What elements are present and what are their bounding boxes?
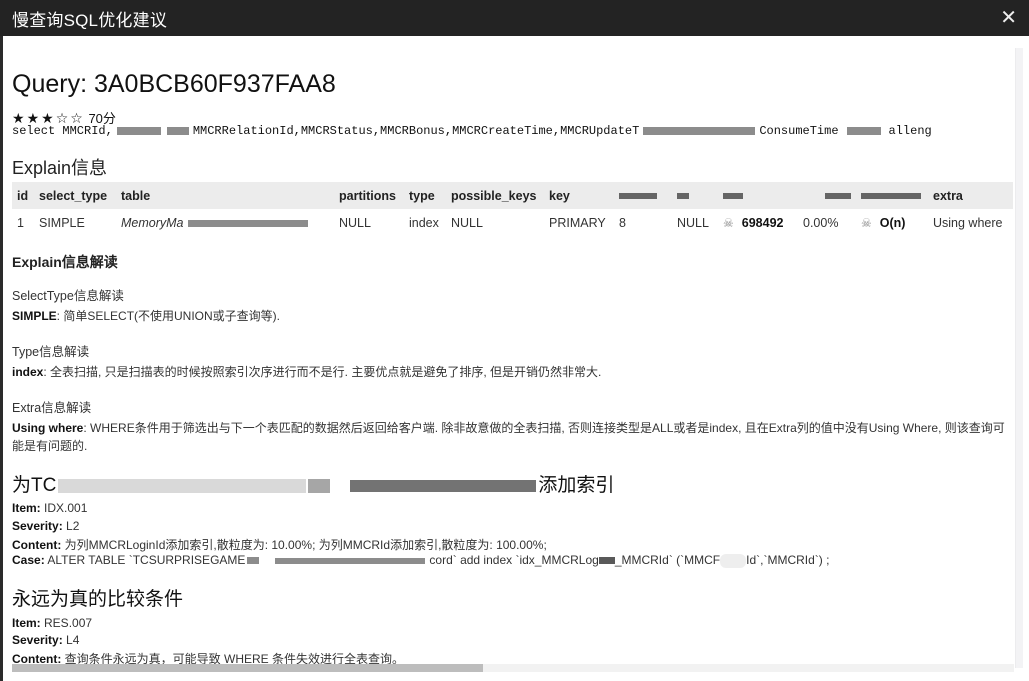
cell-partitions: NULL [339, 215, 371, 230]
cell-scalability: ☠ O(n) [861, 215, 906, 230]
type-heading: Type信息解读 [12, 345, 90, 359]
cell-id: 1 [17, 215, 24, 230]
skull-icon: ☠ [861, 215, 872, 230]
cell-ref: NULL [677, 215, 709, 230]
sql-text: alleng [888, 124, 932, 138]
extra-heading: Extra信息解读 [12, 401, 92, 415]
modal-body: Query: 3A0BCB60F937FAA8 ★ ★ ★ ☆ ☆ 70分 select… [3, 36, 1029, 681]
redacted-text [720, 553, 747, 568]
modal-title: 慢查询SQL优化建议 [12, 10, 168, 30]
suggestion-case: Case: ALTER TABLE `TCSURPRISEGAME cord` a… [12, 553, 830, 568]
explain-table: id select_type table partitions type pos… [12, 182, 1013, 236]
table-row: 1 SIMPLE MemoryMa NULL index NULL PRIMAR… [12, 209, 1013, 236]
redacted-text [116, 126, 161, 135]
modal-titlebar: 慢查询SQL优化建议 ✕ [0, 0, 1029, 36]
close-icon[interactable]: ✕ [1000, 8, 1017, 28]
col-type: type [409, 188, 435, 203]
redacted-text [275, 557, 426, 564]
suggestion-severity: Severity: L2 [12, 519, 80, 533]
sql-text: select MMCRId, [12, 124, 113, 138]
col-select-type: select_type [39, 188, 108, 203]
horizontal-scrollbar[interactable] [12, 664, 1014, 672]
redacted-text [598, 557, 615, 565]
suggestion-item: Item: IDX.001 [12, 501, 88, 515]
table-header-row: id select_type table partitions type pos… [12, 182, 1013, 209]
extra-text: Using where: WHERE条件用于筛选出与下一个表匹配的数据然后返回给… [12, 421, 1005, 453]
cell-key: PRIMARY [549, 215, 606, 230]
col-possible-keys: possible_keys [451, 188, 537, 203]
col-rows [718, 182, 798, 209]
cell-type: index [409, 215, 439, 230]
col-ref [672, 182, 718, 209]
col-id: id [17, 188, 29, 203]
suggestion-content: Content: 为列MMCRLoginId添加索引,散粒度为: 10.00%;… [12, 538, 547, 552]
redacted-text [308, 478, 331, 493]
sql-text: ConsumeTime [759, 124, 839, 138]
cell-key-len: 8 [619, 215, 626, 230]
suggestion-severity: Severity: L4 [12, 633, 80, 647]
suggestion-title: 为TC 添加索引 [12, 475, 615, 496]
vertical-scrollbar[interactable] [1015, 48, 1023, 668]
cell-select-type: SIMPLE [39, 215, 85, 230]
cell-rows: ☠ 698492 [723, 215, 784, 230]
col-key-len [614, 182, 672, 209]
redacted-text [247, 557, 260, 565]
redacted-text [643, 126, 756, 135]
query-title: Query: 3A0BCB60F937FAA8 [12, 70, 336, 98]
col-partitions: partitions [339, 188, 396, 203]
cell-possible-keys: NULL [451, 215, 483, 230]
redacted-text [846, 126, 881, 135]
cell-filtered: 0.00% [803, 215, 839, 230]
horizontal-scrollbar-thumb[interactable] [12, 664, 483, 672]
suggestion-item: Item: RES.007 [12, 616, 93, 630]
col-key: key [549, 188, 570, 203]
interpretation-heading: Explain信息解读 [12, 254, 118, 270]
report-content: Query: 3A0BCB60F937FAA8 ★ ★ ★ ☆ ☆ 70分 select… [12, 36, 1015, 666]
col-scalability [856, 182, 928, 209]
col-filtered [798, 182, 856, 209]
redacted-text [350, 479, 537, 492]
redacted-text [166, 126, 189, 135]
skull-icon: ☠ [723, 215, 734, 230]
col-extra: extra [933, 188, 963, 203]
select-type-text: SIMPLE: 简单SELECT(不使用UNION或子查询等). [12, 309, 281, 323]
cell-table: MemoryMa [116, 209, 334, 236]
select-type-heading: SelectType信息解读 [12, 289, 124, 303]
redacted-text [187, 219, 308, 227]
redacted-text [58, 478, 307, 493]
sql-statement: select MMCRId, MMCRRelationId,MMCRStatus,… [12, 124, 932, 138]
type-text: index: 全表扫描, 只是扫描表的时候按照索引次序进行而不是行. 主要优点就… [12, 365, 602, 379]
explain-heading: Explain信息 [12, 158, 108, 178]
cell-extra: Using where [933, 215, 1003, 230]
col-table: table [121, 188, 151, 203]
sql-text: MMCRRelationId,MMCRStatus,MMCRBonus,MMCR… [192, 124, 640, 138]
suggestion-title: 永远为真的比较条件 [12, 589, 184, 610]
